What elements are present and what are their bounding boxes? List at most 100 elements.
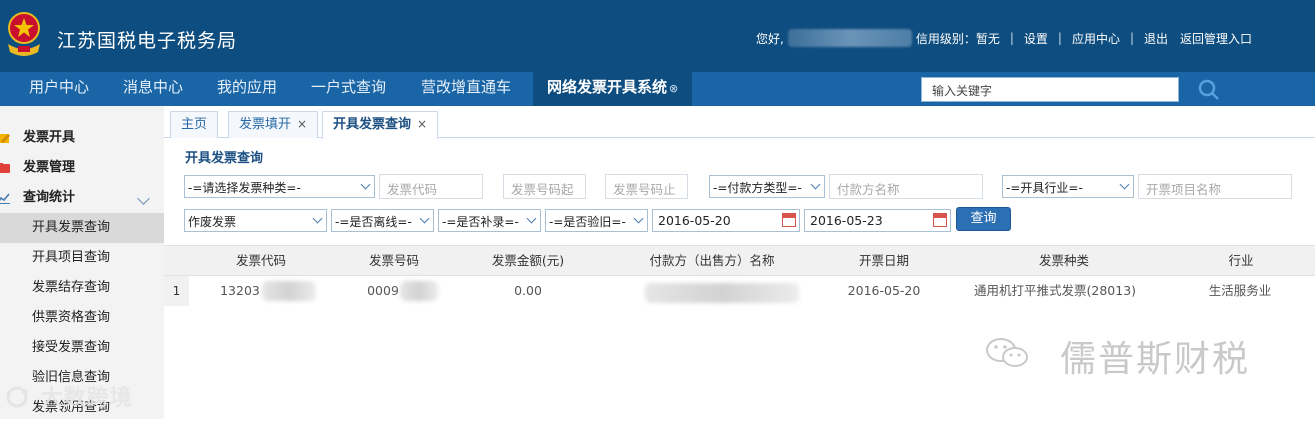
sidebar-item-invoice-stock-query[interactable]: 发票结存查询 (0, 273, 164, 303)
nav-online-invoice-system[interactable]: 网络发票开具系统 ⊗ (533, 72, 693, 106)
invoice-type-select[interactable]: -=请选择发票种类=- (184, 175, 375, 198)
tab-invoice-fill[interactable]: 发票填开 × (228, 111, 319, 138)
calendar-icon[interactable] (782, 213, 796, 227)
sidebar-item-issued-invoice-query[interactable]: 开具发票查询 (0, 213, 164, 243)
column-header-invoice-number[interactable]: 发票号码 (357, 246, 431, 276)
table-header: 发票代码 发票号码 发票金额(元) 付款方（出售方）名称 开票日期 发票种类 行… (164, 245, 1315, 276)
chart-icon (0, 193, 10, 204)
redacted-payer-name (645, 283, 799, 303)
column-header-invoice-code[interactable]: 发票代码 (224, 246, 298, 276)
nav-message-center[interactable]: 消息中心 (123, 72, 183, 106)
close-icon[interactable]: ⊗ (669, 82, 678, 95)
user-area: 您好, 信用级别：暂无 | 设置 | 应用中心 | 退出 返回管理入口 (756, 29, 1252, 47)
cell-invoice-number: 0009 (367, 283, 399, 298)
select-value: 作废发票 (188, 215, 237, 229)
tab-label: 开具发票查询 (333, 117, 412, 132)
sidebar-item-received-invoice-query[interactable]: 接受发票查询 (0, 333, 164, 363)
pencil-icon (0, 134, 10, 143)
cell-issue-date: 2016-05-20 (847, 283, 921, 298)
column-header-payer-name[interactable]: 付款方（出售方）名称 (626, 246, 798, 276)
app-center-link[interactable]: 应用中心 (1072, 30, 1120, 47)
chevron-down-icon (810, 179, 821, 190)
top-header: 江苏国税电子税务局 您好, 信用级别：暂无 | 设置 | 应用中心 | 退出 返回管理入口 (0, 0, 1315, 72)
select-value: -=是否离线=- (335, 215, 412, 229)
verified-select[interactable]: -=是否验旧=- (545, 209, 648, 232)
column-header-invoice-kind[interactable]: 发票种类 (1014, 246, 1114, 276)
sidebar-group-invoice-issue[interactable]: 发票开具 (0, 123, 164, 153)
site-title: 江苏国税电子税务局 (57, 30, 238, 52)
date-to-input[interactable]: 2016-05-23 (804, 209, 951, 232)
sidebar-item-issued-item-query[interactable]: 开具项目查询 (0, 243, 164, 273)
chevron-down-icon (312, 213, 323, 224)
nav-vat-express[interactable]: 营改增直通车 (421, 72, 511, 106)
industry-select[interactable]: -=开具行业=- (1002, 175, 1134, 198)
chevron-down-icon (1119, 179, 1130, 190)
select-value: -=付款方类型=- (713, 181, 802, 195)
logo-icon (6, 386, 28, 408)
select-value: -=是否验旧=- (549, 215, 626, 229)
payer-type-select[interactable]: -=付款方类型=- (709, 175, 825, 198)
nav-one-account-query[interactable]: 一户式查询 (311, 72, 386, 106)
sidebar-group-label: 发票管理 (23, 160, 76, 175)
search-input[interactable]: 输入关键字 (921, 77, 1179, 102)
select-value: -=请选择发票种类=- (188, 181, 301, 195)
sidebar-group-label: 查询统计 (23, 190, 76, 205)
invoice-number-end-input[interactable]: 发票号码止 (605, 174, 688, 199)
tab-label: 发票填开 (239, 117, 292, 132)
chevron-down-icon[interactable] (137, 192, 150, 205)
return-admin-link[interactable]: 返回管理入口 (1180, 30, 1252, 47)
invoice-code-input[interactable]: 发票代码 (379, 174, 483, 199)
item-name-input[interactable]: 开票项目名称 (1138, 174, 1292, 199)
chevron-down-icon (526, 213, 537, 224)
nav-user-center[interactable]: 用户中心 (29, 72, 89, 106)
tab-home[interactable]: 主页 (170, 111, 219, 138)
watermark-corner: 大数跨境 (6, 380, 133, 412)
chevron-down-icon (360, 179, 371, 190)
logout-link[interactable]: 退出 (1144, 30, 1168, 47)
sidebar-group-query-stats[interactable]: 查询统计 (0, 183, 164, 213)
chevron-down-icon (633, 213, 644, 224)
search-icon[interactable] (1197, 78, 1221, 102)
column-header-amount[interactable]: 发票金额(元) (480, 246, 576, 276)
date-from-input[interactable]: 2016-05-20 (652, 209, 800, 232)
close-icon[interactable]: × (297, 117, 307, 131)
greeting-text: 您好, (756, 31, 784, 46)
main-nav: 用户中心 消息中心 我的应用 一户式查询 营改增直通车 网络发票开具系统 ⊗ 输入… (0, 72, 1315, 106)
invoice-number-start-input[interactable]: 发票号码起 (503, 174, 586, 199)
redacted-code (262, 281, 316, 301)
cell-invoice-code: 13203 (220, 283, 260, 298)
supplement-select[interactable]: -=是否补录=- (438, 209, 541, 232)
watermark-corner-text: 大数跨境 (40, 386, 133, 411)
separator: | (1057, 31, 1062, 45)
sidebar: 发票开具 发票管理 查询统计 开具发票查询 开具项目查询 发票结存查询 供票资格… (0, 106, 164, 419)
redacted-number (400, 281, 438, 301)
select-value: -=是否补录=- (442, 215, 519, 229)
nav-active-label: 网络发票开具系统 (547, 78, 668, 96)
nav-my-apps[interactable]: 我的应用 (217, 72, 277, 106)
tab-issued-invoice-query[interactable]: 开具发票查询 × (322, 111, 439, 139)
query-button[interactable]: 查询 (956, 207, 1011, 231)
calendar-icon[interactable] (933, 213, 947, 227)
tab-bar: 主页 发票填开 × 开具发票查询 × (164, 106, 1315, 139)
date-value: 2016-05-20 (658, 213, 731, 228)
close-icon[interactable]: × (417, 117, 427, 131)
chevron-down-icon (419, 213, 430, 224)
sidebar-item-supply-qualification-query[interactable]: 供票资格查询 (0, 303, 164, 333)
separator: | (1129, 31, 1135, 45)
row-number: 1 (164, 276, 189, 306)
payer-name-input[interactable]: 付款方名称 (829, 174, 983, 199)
credit-level: 信用级别：暂无 (915, 31, 1000, 46)
column-header-industry[interactable]: 行业 (1216, 246, 1266, 276)
form-title: 开具发票查询 (185, 151, 264, 166)
cell-amount: 0.00 (514, 283, 542, 298)
separator: | (1009, 31, 1014, 45)
invoice-status-select[interactable]: 作废发票 (184, 209, 327, 232)
column-header-issue-date[interactable]: 开票日期 (847, 246, 921, 276)
select-value: -=开具行业=- (1006, 181, 1083, 195)
username-redacted (787, 29, 912, 47)
settings-link[interactable]: 设置 (1024, 30, 1048, 47)
sidebar-group-invoice-manage[interactable]: 发票管理 (0, 153, 164, 183)
watermark-brand: 儒普斯财税 (1060, 339, 1251, 380)
sidebar-group-label: 发票开具 (23, 130, 76, 145)
offline-select[interactable]: -=是否离线=- (331, 209, 434, 232)
